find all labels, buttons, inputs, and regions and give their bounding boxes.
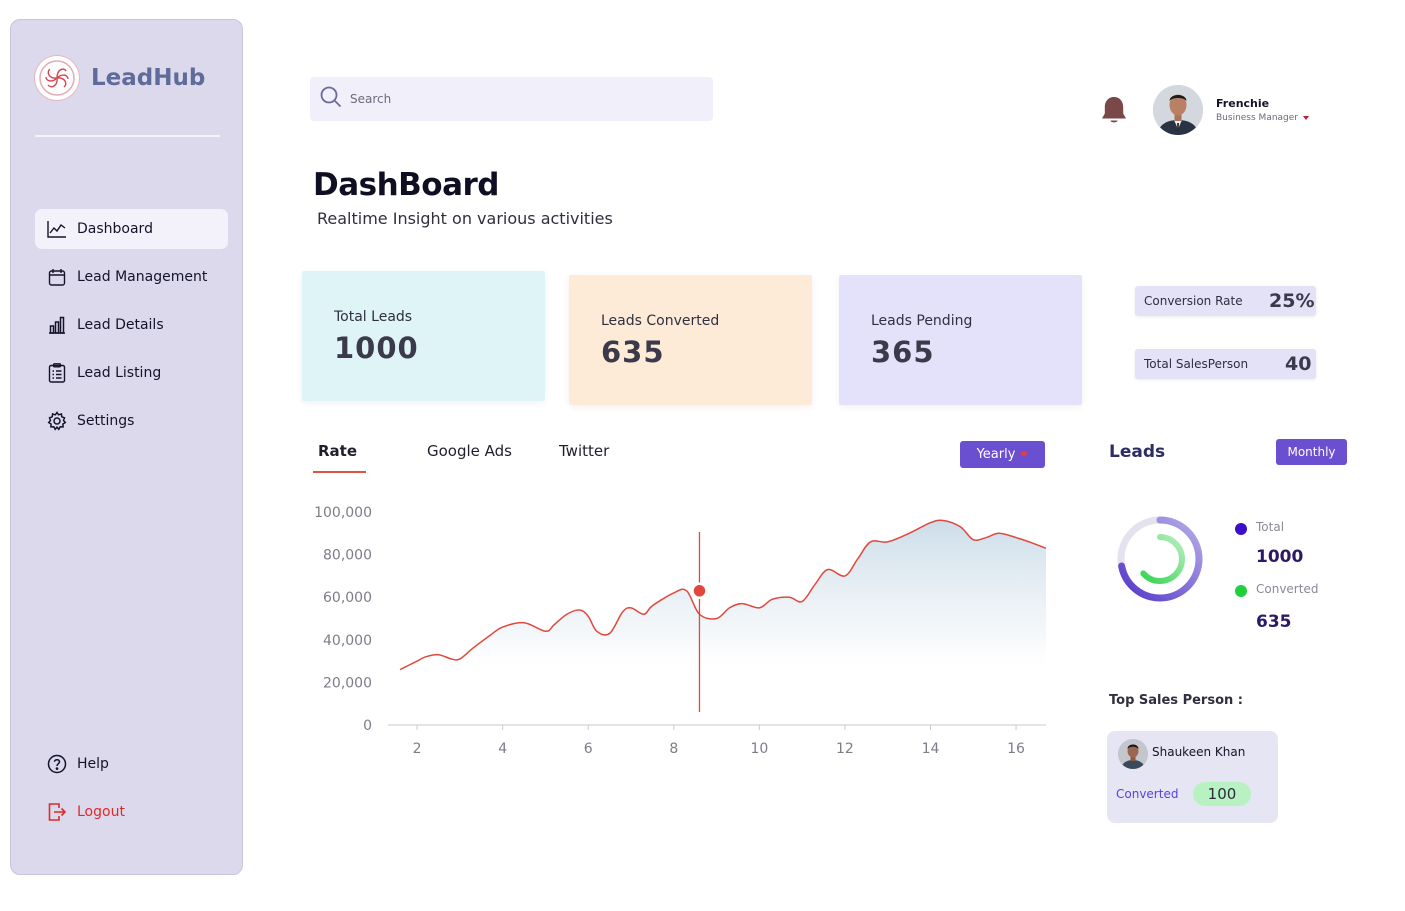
- legend-converted-label: Converted: [1256, 582, 1319, 596]
- x-tick-label: 8: [669, 741, 678, 757]
- mini-stat-value: 40: [1285, 353, 1312, 375]
- salesperson-name: Shaukeen Khan: [1152, 745, 1246, 759]
- sidebar-item-label: Lead Management: [77, 269, 208, 285]
- logout-icon: [47, 802, 67, 822]
- y-tick-label: 40,000: [323, 633, 372, 649]
- chart-area: [400, 520, 1046, 675]
- app-name: LeadHub: [91, 65, 206, 91]
- sidebar-item-lead-details[interactable]: Lead Details: [35, 305, 228, 345]
- y-tick-label: 60,000: [323, 590, 372, 606]
- sidebar-item-settings[interactable]: Settings: [35, 401, 228, 441]
- mini-stat-label: Total SalesPerson: [1144, 357, 1249, 371]
- rate-chart: 0 20,000 40,000 60,000 80,000 100,000 2 4 6 8 10 1…: [314, 505, 1047, 757]
- period-dropdown[interactable]: Yearly: [960, 441, 1045, 468]
- user-name: Frenchie: [1216, 97, 1270, 110]
- stat-card-leads-pending: Leads Pending 365: [839, 275, 1082, 405]
- x-tick-label: 4: [498, 741, 507, 757]
- stat-label: Leads Pending: [871, 313, 973, 329]
- legend-total-dot: [1235, 523, 1247, 535]
- search-bar[interactable]: [310, 77, 713, 121]
- x-tick-label: 10: [750, 741, 768, 757]
- leads-donut-chart: [1117, 516, 1203, 602]
- legend-converted-value: 635: [1256, 612, 1292, 632]
- logo[interactable]: LeadHub: [35, 56, 205, 100]
- stat-label: Total Leads: [334, 309, 413, 325]
- tab-google-ads[interactable]: Google Ads: [427, 442, 512, 460]
- donut-converted-arc: [1135, 534, 1185, 584]
- avatar[interactable]: [1153, 85, 1203, 135]
- total-salesperson-card: Total SalesPerson 40: [1135, 349, 1316, 379]
- tab-twitter[interactable]: Twitter: [559, 442, 609, 460]
- chart-highlight-point[interactable]: [691, 582, 708, 600]
- leads-panel-title: Leads: [1109, 442, 1166, 462]
- stat-value: 1000: [334, 331, 419, 365]
- tab-active-indicator: [313, 471, 366, 473]
- sidebar: LeadHub Dashboard Lead Management Lead D…: [10, 19, 243, 875]
- sidebar-item-label: Logout: [77, 804, 125, 820]
- y-tick-label: 100,000: [314, 505, 372, 521]
- page-subtitle: Realtime Insight on various activities: [317, 209, 613, 228]
- sidebar-item-lead-listing[interactable]: Lead Listing: [35, 353, 228, 393]
- stat-value: 635: [601, 335, 665, 369]
- legend-total-label: Total: [1256, 520, 1285, 534]
- salesperson-metric-label: Converted: [1116, 787, 1179, 801]
- sidebar-item-label: Lead Details: [77, 317, 164, 333]
- stat-value: 365: [871, 335, 935, 369]
- avatar: [1118, 739, 1148, 769]
- mini-stat-label: Conversion Rate: [1144, 294, 1243, 308]
- stat-card-leads-converted: Leads Converted 635: [569, 275, 812, 405]
- top-sales-card[interactable]: Shaukeen Khan Converted 100: [1107, 731, 1278, 823]
- x-tick-label: 16: [1007, 741, 1025, 757]
- x-tick-label: 2: [413, 741, 422, 757]
- sidebar-item-dashboard[interactable]: Dashboard: [35, 209, 228, 249]
- sidebar-item-label: Help: [77, 756, 109, 772]
- top-sales-title: Top Sales Person :: [1109, 693, 1243, 708]
- user-role: Business Manager: [1216, 113, 1298, 123]
- search-input[interactable]: [350, 92, 680, 106]
- sidebar-item-label: Settings: [77, 413, 135, 429]
- sidebar-item-lead-management[interactable]: Lead Management: [35, 257, 228, 297]
- y-tick-label: 20,000: [323, 675, 372, 691]
- page-title: DashBoard: [313, 167, 500, 203]
- tab-rate[interactable]: Rate: [318, 442, 357, 460]
- divider: [35, 135, 220, 137]
- help-circle-icon: [47, 754, 67, 774]
- period-dropdown-label: Yearly: [976, 447, 1016, 462]
- clipboard-list-icon: [47, 363, 67, 383]
- y-tick-label: 80,000: [323, 548, 372, 564]
- sidebar-item-help[interactable]: Help: [35, 744, 228, 784]
- stat-card-total-leads: Total Leads 1000: [302, 271, 545, 401]
- line-chart-icon: [47, 219, 67, 239]
- salesperson-metric-value: 100: [1193, 782, 1251, 806]
- conversion-rate-card: Conversion Rate 25%: [1135, 286, 1316, 316]
- bar-chart-icon: [47, 315, 67, 335]
- sidebar-item-label: Dashboard: [77, 221, 153, 237]
- notification-bell-icon[interactable]: [1098, 94, 1130, 130]
- mini-stat-value: 25%: [1269, 290, 1315, 312]
- x-tick-label: 6: [584, 741, 593, 757]
- legend-converted-dot: [1235, 585, 1247, 597]
- chevron-down-icon: [1303, 116, 1309, 120]
- y-tick-label: 0: [363, 718, 372, 734]
- logo-icon: [35, 56, 79, 100]
- chevron-down-icon: [1020, 452, 1029, 457]
- sidebar-item-label: Lead Listing: [77, 365, 162, 381]
- leads-period-button[interactable]: Monthly: [1276, 439, 1347, 465]
- search-icon: [320, 86, 342, 112]
- x-tick-label: 14: [922, 741, 940, 757]
- stat-label: Leads Converted: [601, 313, 720, 329]
- x-tick-label: 12: [836, 741, 854, 757]
- sidebar-item-logout[interactable]: Logout: [35, 792, 228, 832]
- legend-total-value: 1000: [1256, 547, 1304, 567]
- calendar-icon: [47, 267, 67, 287]
- gear-icon: [47, 411, 67, 431]
- user-role-dropdown[interactable]: Business Manager: [1216, 113, 1309, 123]
